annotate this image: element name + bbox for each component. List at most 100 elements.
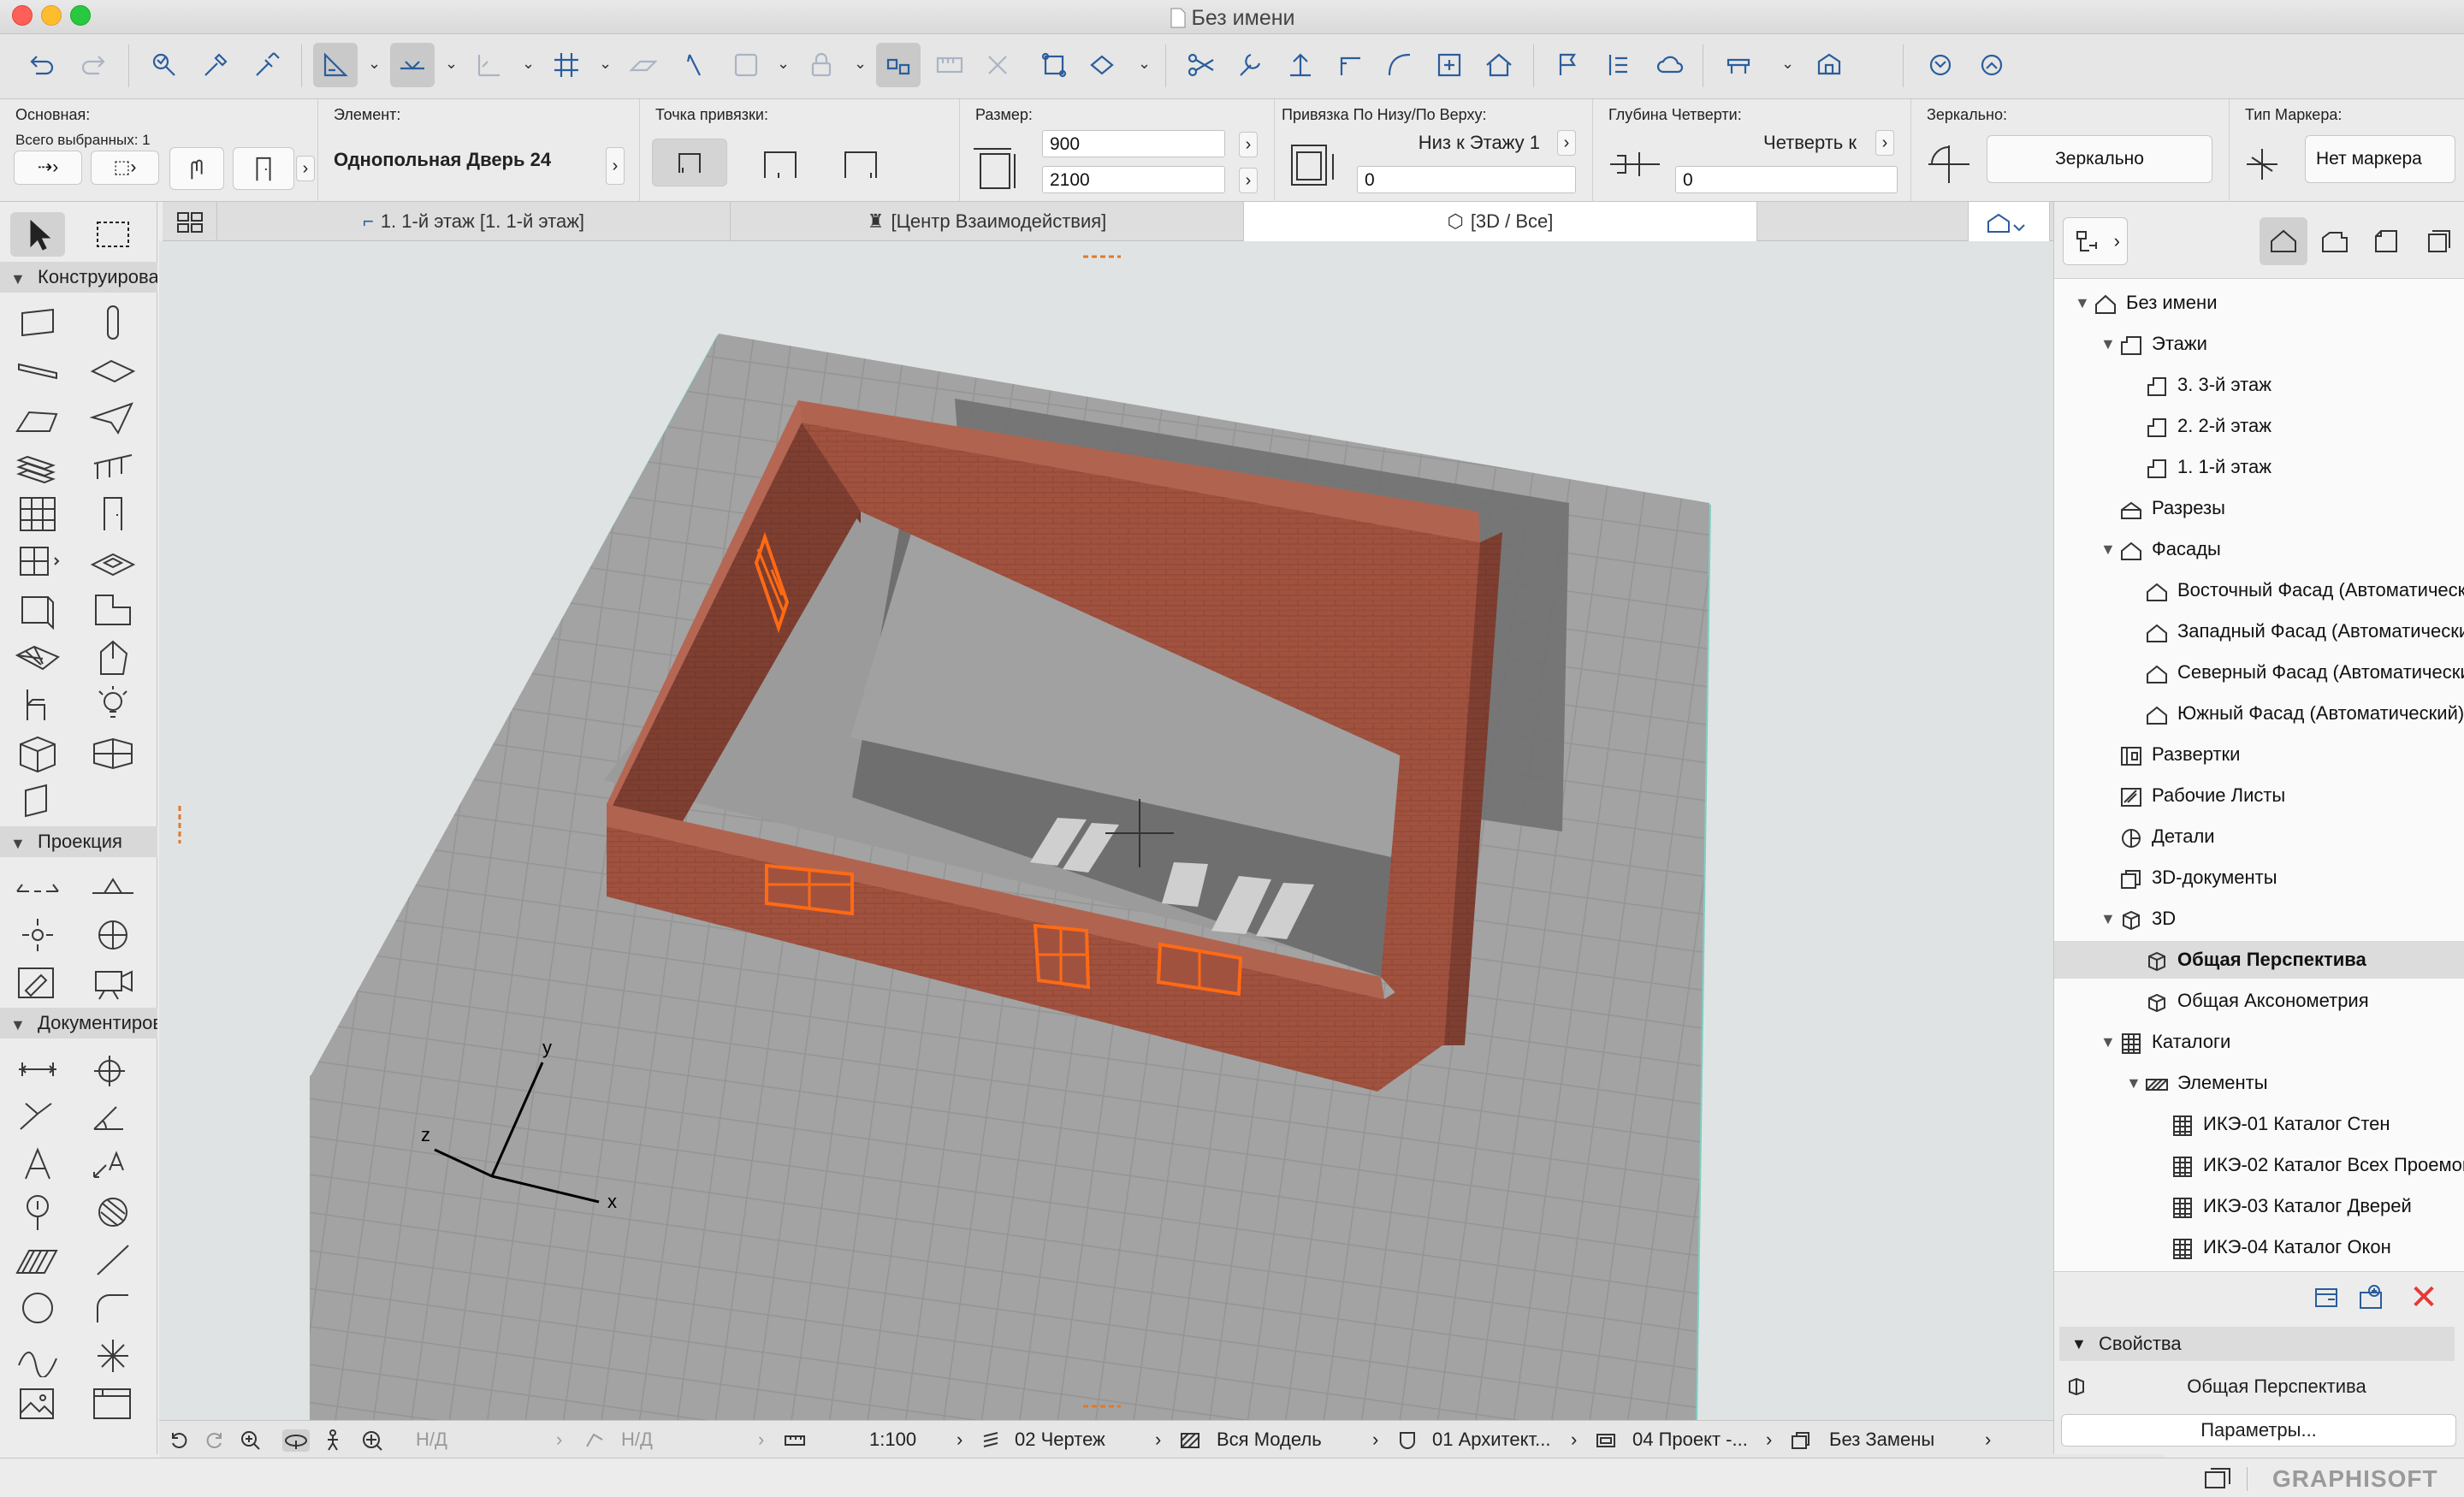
reveal-depth-input[interactable]: 0 (1675, 166, 1898, 193)
grid-snap-dropdown-icon[interactable]: ⌄ (522, 55, 535, 73)
tree-item[interactable]: 3. 3-й этаж (2054, 366, 2464, 404)
roof-button[interactable] (1477, 43, 1521, 87)
ghost-dropdown-icon[interactable]: ⌄ (777, 55, 790, 73)
binding-offset-input[interactable]: 0 (1357, 166, 1576, 193)
tree-item[interactable]: 1. 1-й этаж (2054, 448, 2464, 486)
teamwork-button[interactable] (1918, 43, 1963, 87)
opening-tool[interactable] (14, 780, 62, 823)
delete-button[interactable]: ✕ (2407, 1281, 2441, 1315)
pick-up-parameters-button[interactable] (193, 43, 238, 87)
explore-button[interactable] (322, 1429, 344, 1452)
fillet-button[interactable] (1328, 43, 1372, 87)
anchor-option-1[interactable] (652, 139, 727, 186)
tree-item[interactable]: ▼ Фасады (2054, 530, 2464, 568)
layer-combo-arrow[interactable]: › (1571, 1421, 1577, 1459)
model-view-arrow[interactable]: › (1372, 1421, 1378, 1459)
new-view-button[interactable] (2311, 1281, 2345, 1315)
undo-button[interactable] (19, 43, 63, 87)
tree-item[interactable]: Разрезы (2054, 489, 2464, 527)
expand-triangle-icon[interactable]: ▼ (2100, 900, 2116, 938)
3d-style-button[interactable] (1807, 43, 1851, 87)
door-tool[interactable] (89, 493, 137, 535)
window-tool[interactable] (14, 541, 62, 583)
section-tool[interactable] (14, 866, 62, 908)
new-folder-button[interactable] (2357, 1281, 2391, 1315)
tree-item[interactable]: 2. 2-й этаж (2054, 407, 2464, 445)
zoom-back-button[interactable] (168, 1429, 190, 1452)
curve-button[interactable] (1377, 43, 1422, 87)
dimension-standard-value[interactable]: 04 Проект -... (1632, 1421, 1748, 1459)
renovation-value[interactable]: Без Замены (1829, 1421, 1934, 1459)
main-more-arrow[interactable]: › (296, 156, 315, 181)
lock-button[interactable] (799, 43, 844, 87)
expand-triangle-icon[interactable]: ▼ (2100, 325, 2116, 363)
inject-parameters-button[interactable] (245, 43, 289, 87)
redo-button[interactable] (72, 43, 116, 87)
expand-triangle-icon[interactable]: ▼ (2126, 1064, 2141, 1102)
scale-value[interactable]: 1:100 (869, 1421, 916, 1459)
fit-in-window-button[interactable] (361, 1429, 383, 1452)
tree-item[interactable]: Северный Фасад (Автоматический) (2054, 654, 2464, 691)
layer-combo-value[interactable]: 01 Архитект... (1432, 1421, 1550, 1459)
curtain-wall-tool[interactable] (14, 493, 62, 535)
find-select-button[interactable] (142, 43, 187, 87)
renovation-arrow[interactable]: › (1985, 1421, 1991, 1459)
wall-end-tool[interactable] (14, 589, 62, 631)
shell-tool[interactable] (89, 397, 137, 440)
layer-select-button[interactable]: ⇢› (14, 151, 82, 185)
tree-item[interactable]: ▼ 3D (2054, 900, 2464, 938)
dimension-tool[interactable] (14, 1047, 62, 1090)
tree-item[interactable]: Общая Перспектива (2054, 941, 2464, 979)
figure-tool[interactable] (14, 1382, 62, 1425)
project-map-button[interactable] (2260, 217, 2307, 265)
dimension-standard-arrow[interactable]: › (1766, 1421, 1772, 1459)
guide-lines-button[interactable] (313, 43, 358, 87)
publisher-sets-button[interactable] (2414, 217, 2461, 265)
graphisoft-id-link[interactable]: GRAPHISOFT ID (2272, 1465, 2464, 1497)
reveal-arrow[interactable]: › (1875, 130, 1894, 156)
navigator-popup-button[interactable]: › (2063, 217, 2128, 265)
orbit-button[interactable] (282, 1429, 310, 1452)
publish-button[interactable] (1648, 43, 1692, 87)
rotation-value[interactable]: Н/Д (621, 1421, 653, 1459)
circle-tool[interactable] (14, 1287, 62, 1329)
height-input[interactable]: 2100 (1042, 166, 1225, 193)
hotspot-tool[interactable] (89, 1334, 137, 1377)
stair-tool[interactable] (14, 445, 62, 488)
tree-item[interactable]: Восточный Фасад (Автоматический) (2054, 571, 2464, 609)
reveal-value[interactable]: Четверть к (1744, 132, 1857, 154)
pen-set-arrow[interactable]: › (1155, 1421, 1161, 1459)
tree-item[interactable]: Общая Аксонометрия (2054, 982, 2464, 1020)
offset-button[interactable] (975, 43, 1020, 87)
display-order-dropdown-icon[interactable]: ⌄ (1138, 55, 1151, 73)
scale-arrow[interactable]: › (957, 1421, 962, 1459)
selection-type-button[interactable]: ⬚› (91, 151, 159, 185)
elevate-button[interactable] (1278, 43, 1323, 87)
column-tool[interactable] (89, 301, 137, 344)
guide-dropdown-icon[interactable]: ⌄ (368, 55, 381, 73)
tree-item[interactable]: ▼ Элементы (2054, 1064, 2464, 1102)
morph-tool[interactable] (89, 636, 137, 679)
anchor-option-2[interactable] (756, 140, 804, 188)
binding-arrow[interactable]: › (1557, 130, 1576, 156)
binding-value[interactable]: Низ к Этажу 1 (1412, 132, 1540, 154)
line-tool[interactable] (89, 1239, 137, 1281)
drawing-tool[interactable] (89, 1382, 137, 1425)
level-dimension-tool[interactable] (89, 1047, 137, 1090)
3d-viewport[interactable]: y x z (159, 241, 2165, 1420)
tab-3d[interactable]: ⬡ [3D / Все] (1244, 202, 1757, 241)
zoom-arrow[interactable]: › (556, 1421, 562, 1459)
grid-button[interactable] (544, 43, 589, 87)
layer-settings-button[interactable] (1596, 43, 1641, 87)
tab-overview-button[interactable] (163, 202, 217, 241)
expand-triangle-icon[interactable]: ▼ (2100, 530, 2116, 568)
label-tool[interactable] (89, 1143, 137, 1186)
tree-item[interactable]: ▼ Этажи (2054, 325, 2464, 363)
door-settings-button[interactable] (233, 147, 294, 190)
grid-snap-button[interactable] (467, 43, 512, 87)
adjust-button[interactable] (1229, 43, 1273, 87)
measure-button[interactable] (927, 43, 972, 87)
marquee-tool[interactable] (86, 212, 140, 257)
fill-tool[interactable] (89, 1191, 137, 1234)
lock-dropdown-icon[interactable]: ⌄ (854, 55, 867, 73)
